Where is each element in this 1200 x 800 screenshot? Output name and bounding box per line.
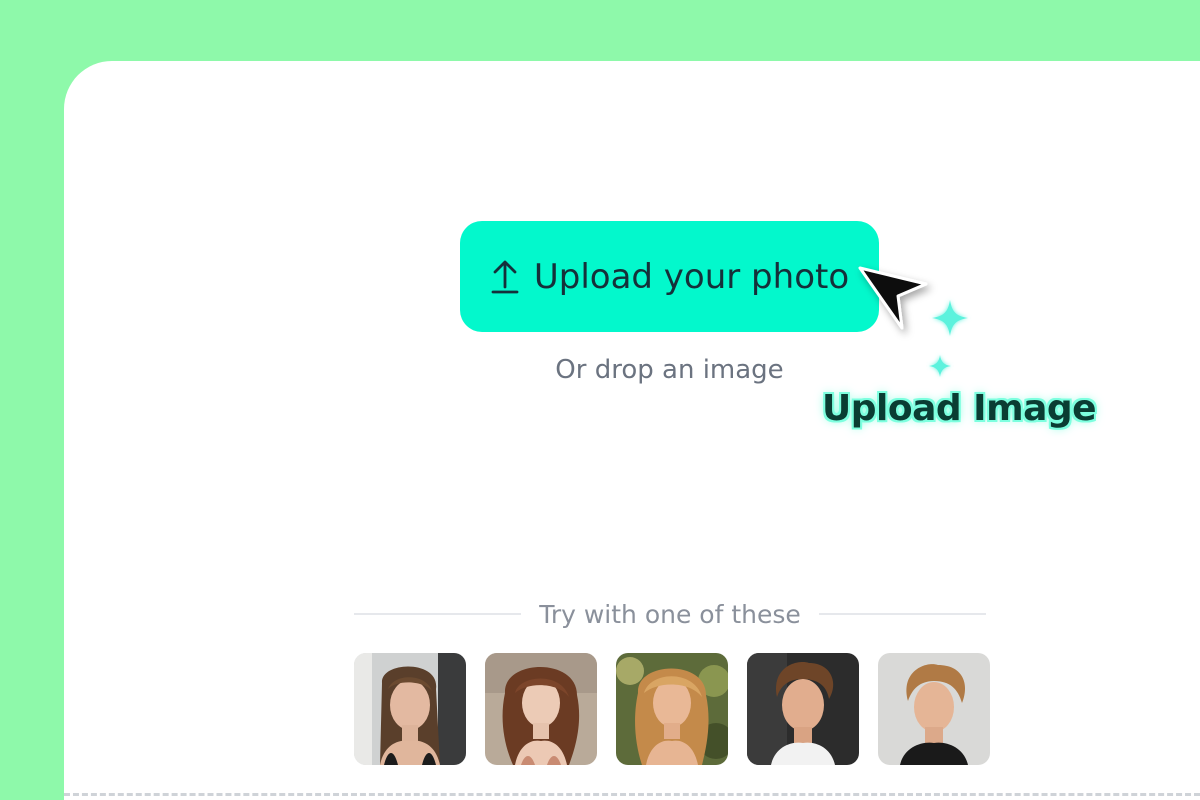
sample-photos bbox=[354, 653, 990, 765]
sample-portrait-4[interactable] bbox=[747, 653, 859, 765]
upload-arrow-icon bbox=[490, 259, 520, 295]
sparkle-icon bbox=[928, 296, 972, 340]
samples-divider: Try with one of these bbox=[354, 596, 986, 632]
drop-hint-text: Or drop an image bbox=[555, 355, 784, 385]
divider-line-right bbox=[818, 613, 986, 615]
upload-image-callout: Upload Image bbox=[822, 388, 1097, 429]
sample-portrait-3[interactable] bbox=[616, 653, 728, 765]
divider-line-left bbox=[354, 613, 522, 615]
samples-heading: Try with one of these bbox=[539, 599, 801, 629]
sample-portrait-2[interactable] bbox=[485, 653, 597, 765]
dashed-separator bbox=[64, 793, 1200, 796]
sparkle-icon bbox=[926, 352, 954, 380]
sample-portrait-5[interactable] bbox=[878, 653, 990, 765]
upload-photo-button[interactable]: Upload your photo bbox=[460, 221, 879, 332]
upload-button-label: Upload your photo bbox=[533, 256, 850, 297]
sample-portrait-1[interactable] bbox=[354, 653, 466, 765]
